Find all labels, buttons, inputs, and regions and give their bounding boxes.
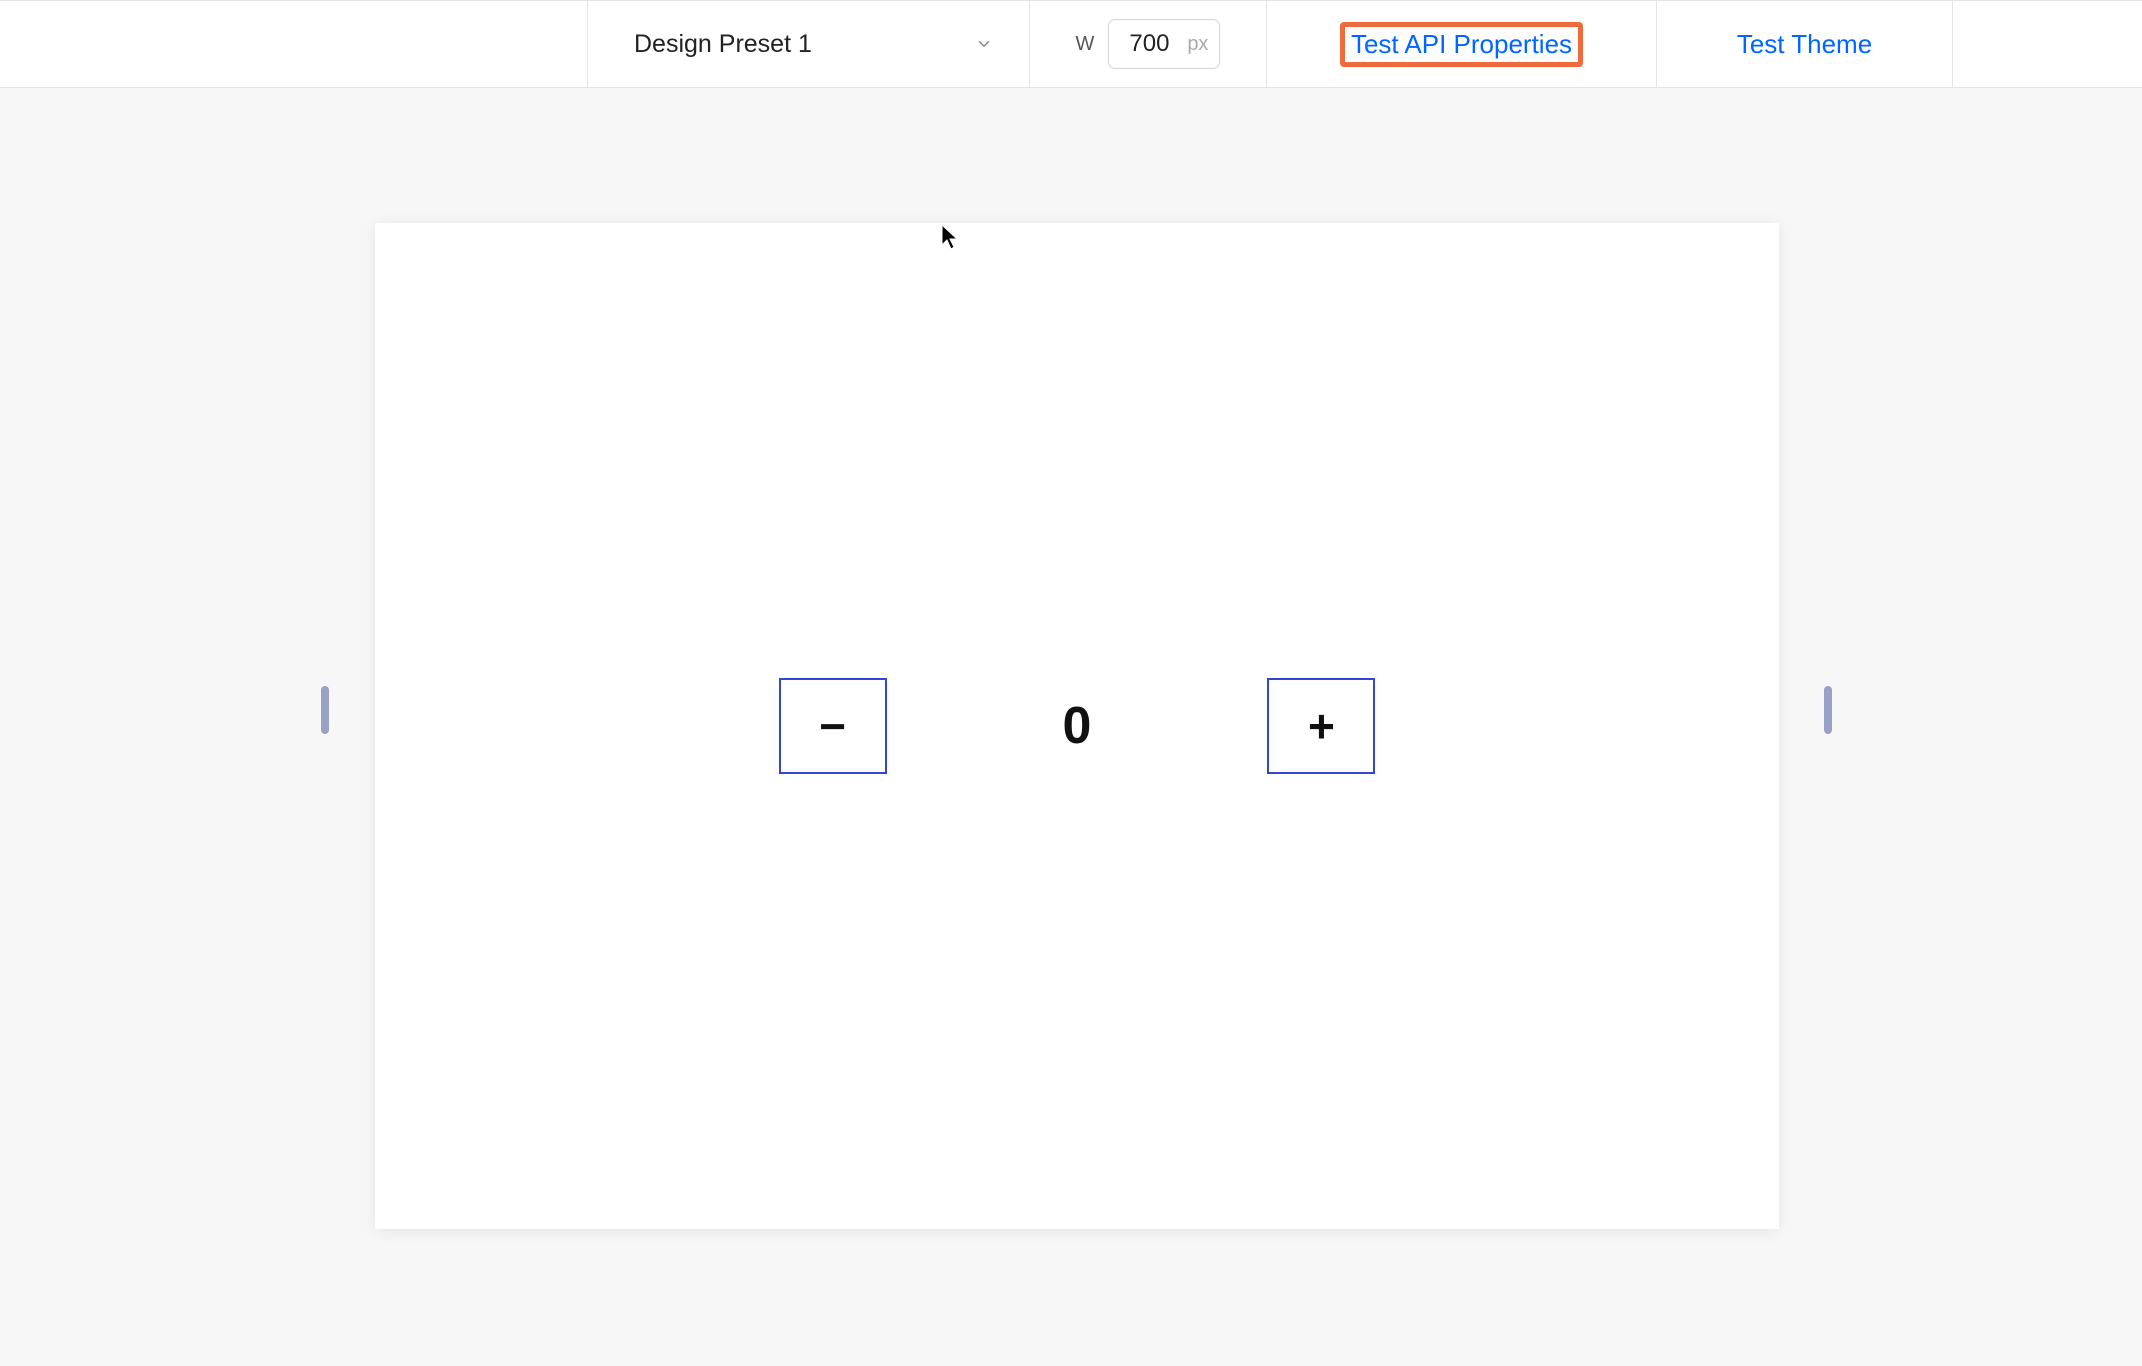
decrement-button[interactable]: − (779, 678, 887, 774)
width-control: W px (1030, 1, 1267, 87)
resize-handle-right[interactable] (1824, 686, 1832, 734)
chevron-down-icon (975, 35, 993, 53)
canvas-area: − 0 + (0, 88, 2142, 1366)
theme-link-label: Test Theme (1737, 29, 1872, 60)
width-input[interactable] (1108, 19, 1220, 69)
counter-value: 0 (1063, 696, 1092, 756)
increment-button[interactable]: + (1267, 678, 1375, 774)
counter-widget: − 0 + (779, 678, 1376, 774)
test-api-properties-link[interactable]: Test API Properties (1267, 1, 1657, 87)
resize-handle-left[interactable] (321, 686, 329, 734)
preview-card: − 0 + (375, 223, 1779, 1229)
design-preset-label: Design Preset 1 (634, 30, 812, 59)
width-label: W (1076, 33, 1095, 56)
toolbar-spacer (0, 1, 588, 87)
minus-icon: − (819, 699, 846, 753)
plus-icon: + (1308, 699, 1335, 753)
design-preset-dropdown[interactable]: Design Preset 1 (588, 1, 1030, 87)
toolbar-spacer (1953, 1, 2142, 87)
api-link-label: Test API Properties (1351, 29, 1572, 59)
toolbar: Design Preset 1 W px Test API Properties… (0, 0, 2142, 88)
test-theme-link[interactable]: Test Theme (1657, 1, 1953, 87)
